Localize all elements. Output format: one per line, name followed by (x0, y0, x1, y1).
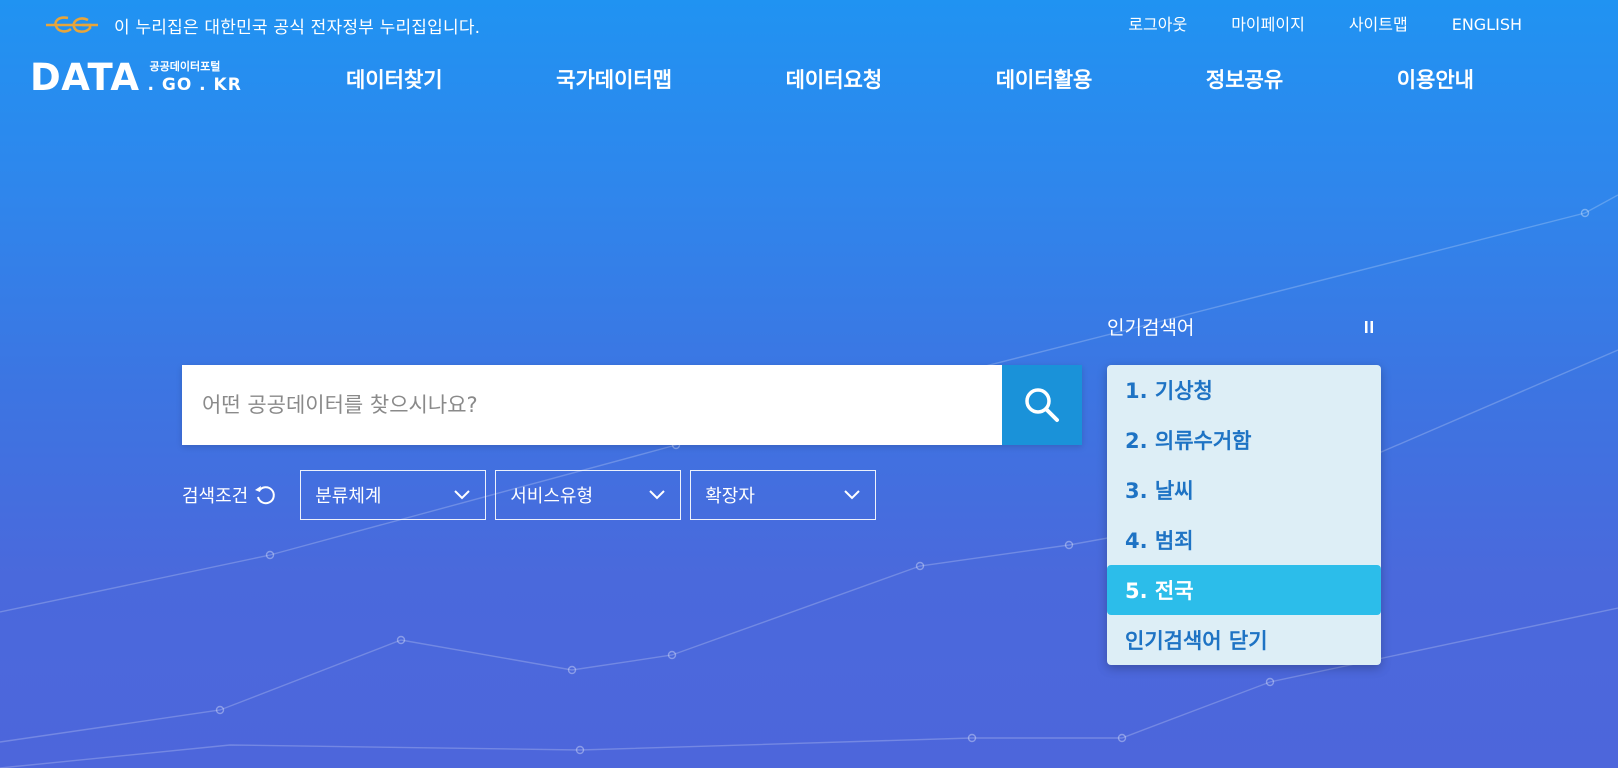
sitemap-link[interactable]: 사이트맵 (1349, 12, 1408, 38)
category-select[interactable]: 분류체계 (300, 470, 487, 520)
gov-banner-text: 이 누리집은 대한민국 공식 전자정부 누리집입니다. (114, 17, 481, 38)
nav-item-data-request[interactable]: 데이터요청 (740, 60, 929, 98)
popular-searches-close-button[interactable]: 인기검색어 닫기 (1107, 615, 1381, 665)
logo-subtitle: 공공데이터포털 (149, 60, 221, 73)
popular-search-item[interactable]: 3. 날씨 (1107, 465, 1381, 515)
chevron-down-icon (454, 490, 470, 500)
popular-searches-title: 인기검색어 (1107, 317, 1195, 339)
chevron-down-icon (844, 490, 860, 500)
nav-item-guide[interactable]: 이용안내 (1351, 60, 1520, 98)
logo-main-text: DATA (30, 56, 140, 99)
refresh-icon[interactable] (254, 484, 276, 506)
logo-right: 공공데이터포털 . GO . KR (147, 60, 241, 96)
search-box (182, 365, 1082, 445)
service-type-select[interactable]: 서비스유형 (495, 470, 682, 520)
popular-searches-header: 인기검색어 (1107, 313, 1379, 340)
category-select-label: 분류체계 (315, 486, 382, 507)
mypage-link[interactable]: 마이페이지 (1231, 12, 1305, 38)
nav-item-info-share[interactable]: 정보공유 (1160, 60, 1329, 98)
main-nav: 데이터찾기 국가데이터맵 데이터요청 데이터활용 정보공유 이용안내 (300, 60, 1520, 98)
nav-item-find-data[interactable]: 데이터찾기 (300, 60, 489, 98)
popular-search-item-active[interactable]: 5. 전국 (1107, 565, 1381, 615)
chevron-down-icon (649, 490, 665, 500)
extension-select[interactable]: 확장자 (690, 470, 877, 520)
popular-search-item[interactable]: 1. 기상청 (1107, 365, 1381, 415)
popular-searches-list: 1. 기상청 2. 의류수거함 3. 날씨 4. 범죄 5. 전국 인기검색어 … (1107, 365, 1381, 665)
egov-symbol-icon (46, 16, 98, 33)
nav-item-data-usage[interactable]: 데이터활용 (950, 60, 1139, 98)
logo-domain: . GO . KR (147, 75, 242, 95)
popular-search-item[interactable]: 4. 범죄 (1107, 515, 1381, 565)
search-icon (1025, 388, 1059, 422)
extension-select-label: 확장자 (705, 486, 755, 507)
popular-search-item[interactable]: 2. 의류수거함 (1107, 415, 1381, 465)
search-button[interactable] (1002, 365, 1082, 445)
logout-link[interactable]: 로그아웃 (1128, 12, 1187, 38)
english-link[interactable]: ENGLISH (1452, 12, 1522, 38)
pause-icon[interactable] (1359, 317, 1379, 337)
filter-label: 검색조건 (182, 486, 249, 507)
search-input[interactable] (182, 365, 1002, 445)
search-filters: 검색조건 분류체계 서비스유형 확장자 (182, 470, 885, 520)
service-type-select-label: 서비스유형 (510, 486, 594, 507)
utility-links: 로그아웃 마이페이지 사이트맵 ENGLISH (1084, 12, 1522, 38)
nav-item-national-data-map[interactable]: 국가데이터맵 (510, 60, 718, 98)
gov-banner: 이 누리집은 대한민국 공식 전자정부 누리집입니다. (44, 10, 480, 40)
site-logo[interactable]: DATA 공공데이터포털 . GO . KR (30, 54, 242, 98)
